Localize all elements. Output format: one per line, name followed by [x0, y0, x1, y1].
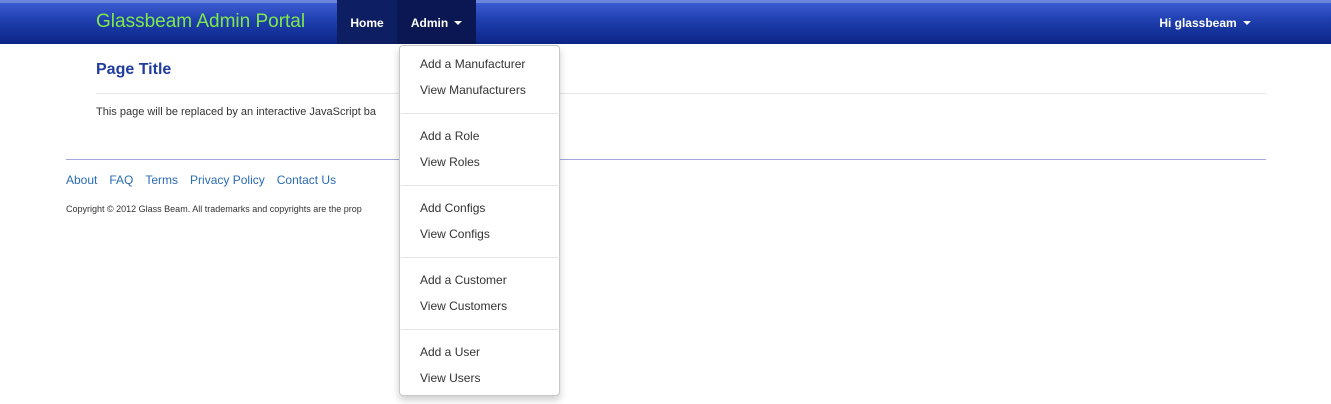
footer-link-privacy-policy[interactable]: Privacy Policy	[190, 173, 265, 187]
copyright-text: Copyright © 2012 Glass Beam. All tradema…	[66, 204, 362, 214]
nav-admin-label: Admin	[410, 16, 449, 30]
footer-link-about[interactable]: About	[66, 173, 97, 187]
top-navbar: Glassbeam Admin Portal Home Admin Hi gla…	[0, 0, 1331, 44]
menu-item-view-users[interactable]: View Users	[420, 371, 480, 385]
caret-down-icon	[454, 20, 463, 25]
menu-item-view-configs[interactable]: View Configs	[420, 227, 490, 241]
admin-dropdown-menu: Add a Manufacturer View Manufacturers Ad…	[399, 45, 560, 396]
menu-divider	[401, 113, 558, 114]
footer-link-faq[interactable]: FAQ	[109, 173, 133, 187]
menu-item-add-user[interactable]: Add a User	[420, 345, 480, 359]
menu-item-add-role[interactable]: Add a Role	[420, 129, 479, 143]
menu-item-view-customers[interactable]: View Customers	[420, 299, 507, 313]
menu-divider	[401, 185, 558, 186]
menu-divider	[401, 257, 558, 258]
menu-item-view-roles[interactable]: View Roles	[420, 155, 480, 169]
title-divider	[96, 93, 1266, 94]
menu-item-view-manufacturers[interactable]: View Manufacturers	[420, 83, 526, 97]
footer-link-terms[interactable]: Terms	[145, 173, 178, 187]
nav-user-label: Hi glassbeam	[1159, 16, 1237, 30]
nav-user-dropdown[interactable]: Hi glassbeam	[1150, 0, 1260, 44]
menu-item-add-manufacturer[interactable]: Add a Manufacturer	[420, 57, 525, 71]
footer-link-contact-us[interactable]: Contact Us	[277, 173, 336, 187]
caret-down-icon	[1242, 20, 1251, 25]
footer-links: About FAQ Terms Privacy Policy Contact Us	[66, 173, 348, 187]
menu-item-add-customer[interactable]: Add a Customer	[420, 273, 507, 287]
nav-home[interactable]: Home	[337, 0, 397, 44]
page-title: Page Title	[96, 61, 172, 78]
footer-divider	[66, 159, 1266, 160]
menu-divider	[401, 329, 558, 330]
brand-logo[interactable]: Glassbeam Admin Portal	[96, 11, 305, 33]
page-body-text: This page will be replaced by an interac…	[96, 106, 377, 118]
nav-admin-dropdown[interactable]: Admin	[397, 0, 476, 44]
menu-item-add-configs[interactable]: Add Configs	[420, 201, 485, 215]
